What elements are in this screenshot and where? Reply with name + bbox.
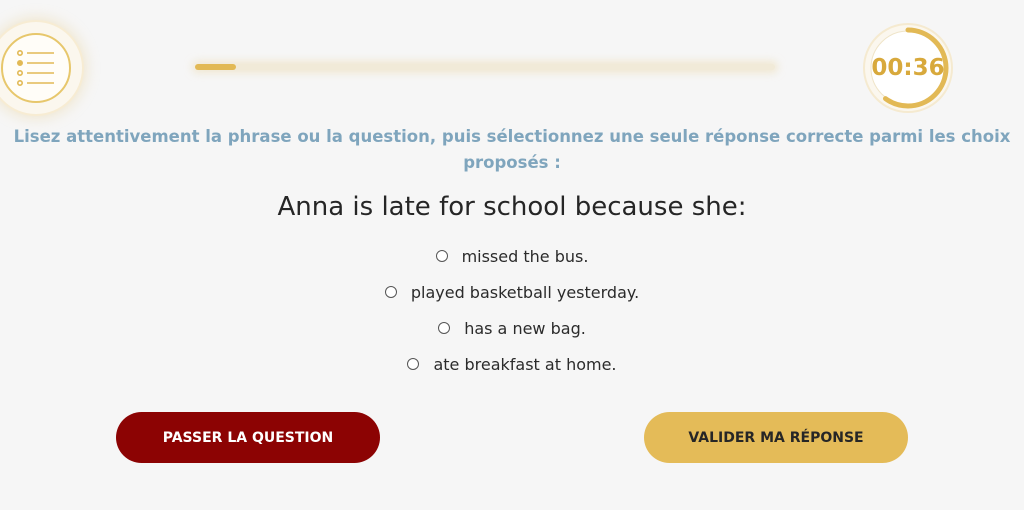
skip-question-button[interactable]: PASSER LA QUESTION bbox=[116, 412, 380, 463]
timer-value: 00:36 bbox=[871, 55, 945, 81]
radio-button[interactable] bbox=[435, 250, 448, 262]
instruction-text: Lisez attentivement la phrase ou la ques… bbox=[13, 127, 1011, 172]
answer-label: played basketball yesterday. bbox=[410, 282, 640, 302]
radio-button[interactable] bbox=[438, 322, 451, 334]
answer-label: missed the bus. bbox=[461, 246, 589, 266]
countdown-timer: 00:36 bbox=[862, 22, 954, 114]
answer-option[interactable]: played basketball yesterday. bbox=[0, 274, 1024, 310]
answer-label: has a new bag. bbox=[464, 318, 586, 338]
validate-answer-button[interactable]: VALIDER MA RÉPONSE bbox=[644, 412, 908, 463]
answer-label: ate breakfast at home. bbox=[433, 354, 617, 374]
list-checklist-icon bbox=[1, 33, 71, 103]
radio-button[interactable] bbox=[407, 358, 420, 370]
answer-option[interactable]: ate breakfast at home. bbox=[0, 346, 1024, 382]
quiz-page: 00:36 Lisez attentivement la phrase ou l… bbox=[0, 0, 1024, 510]
answer-option[interactable]: missed the bus. bbox=[0, 238, 1024, 274]
quiz-list-badge bbox=[0, 22, 82, 114]
answer-option[interactable]: has a new bag. bbox=[0, 310, 1024, 346]
radio-button[interactable] bbox=[384, 286, 397, 298]
quiz-progress-bar bbox=[195, 64, 775, 70]
quiz-progress-fill bbox=[195, 64, 236, 70]
question-text: Anna is late for school because she: bbox=[277, 192, 747, 222]
answer-list: missed the bus. played basketball yester… bbox=[0, 238, 1024, 382]
